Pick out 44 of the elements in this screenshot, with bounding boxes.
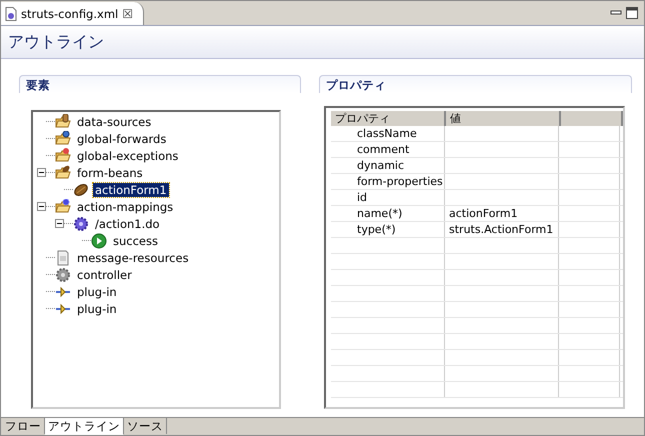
tree-item[interactable]: message-resources [75,250,191,264]
tree-item[interactable]: plug-in [75,284,119,298]
close-button[interactable]: ☒ [122,8,133,20]
folder-globe-icon [55,130,71,146]
tree-item[interactable]: actionForm1 [93,182,169,196]
folder-bean-icon [55,164,71,180]
table-cell: comment [331,142,445,157]
view-tab[interactable]: ソース [124,418,167,434]
xml-file-icon [5,6,17,20]
document-icon [55,250,71,266]
column-header[interactable]: 値 [446,111,561,126]
table-cell: id [331,190,445,205]
table-cell: dynamic [331,158,445,173]
section-header: プロパティ [319,75,632,93]
table-cell: actionForm1 [445,206,559,221]
folder-database-icon [55,114,71,130]
tree-item[interactable]: controller [75,268,134,282]
folder-error-icon [55,148,71,164]
table-cell: form-properties [331,174,445,189]
collapse-toggle[interactable] [37,168,46,177]
collapse-toggle[interactable] [55,219,64,228]
folder-gear-icon [55,198,71,214]
tree-item[interactable]: /action1.do [93,216,162,230]
view-tab[interactable]: アウトライン [45,418,124,435]
section-header: 要素 [19,75,301,93]
gear-icon [73,216,89,232]
table-cell: struts.ActionForm1 [445,222,559,237]
bean-icon [73,182,89,198]
tree-item[interactable]: data-sources [75,114,154,128]
tree-item[interactable]: success [111,234,160,248]
tree-item[interactable]: global-forwards [75,132,168,146]
collapse-toggle[interactable] [37,202,46,211]
play-icon [91,232,107,248]
maximize-icon[interactable] [626,7,638,19]
tree-item[interactable]: plug-in [75,302,119,316]
gear-icon [55,266,71,282]
tree-item[interactable]: action-mappings [75,200,176,214]
tree-item[interactable]: form-beans [75,166,145,180]
table-cell: name(*) [331,206,445,221]
column-header[interactable]: プロパティ [331,111,446,126]
table-cell: className [331,126,445,141]
tree-item[interactable]: global-exceptions [75,148,180,162]
editor-tab[interactable]: struts-config.xml ☒ [1,2,144,25]
table-cell: type(*) [331,222,445,237]
